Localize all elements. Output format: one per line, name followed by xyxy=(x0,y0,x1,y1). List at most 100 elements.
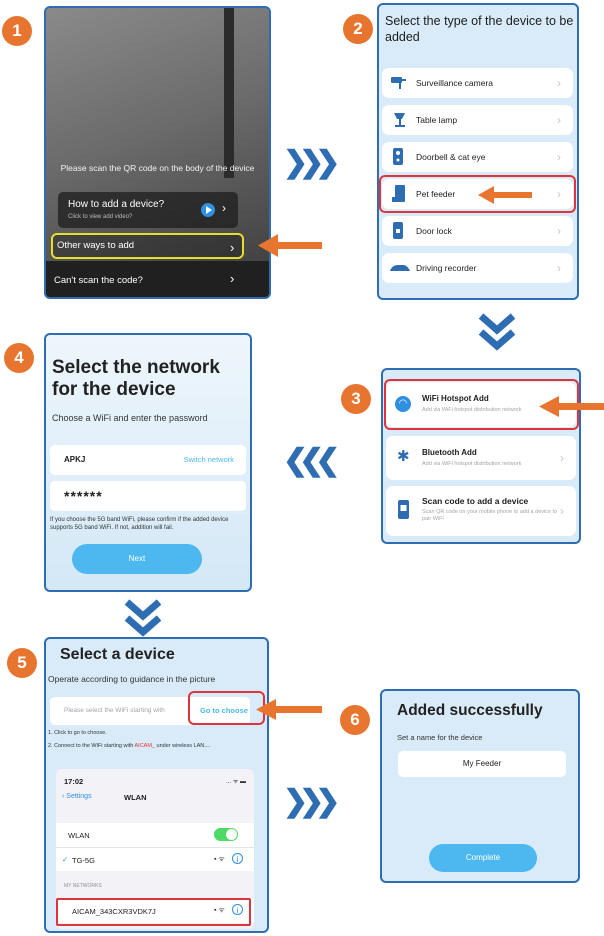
highlight-go-to-choose xyxy=(188,691,265,725)
chevron-right-icon: › xyxy=(560,504,564,518)
status-time: 17:02 xyxy=(64,777,84,786)
device-name-field[interactable]: My Feeder xyxy=(398,751,566,777)
complete-button[interactable]: Complete xyxy=(429,844,537,872)
pointer-arrow-1 xyxy=(258,234,322,257)
chevron-right-icon: › xyxy=(557,224,561,238)
cant-scan-label: Can't scan the code? xyxy=(54,275,143,286)
status-icons: ... ᯤ ▬ xyxy=(226,779,246,785)
guide-step-2-text: 2. Connect to the WiFi starting with xyxy=(48,743,135,749)
device-type-title: Select the type of the device to be adde… xyxy=(385,14,574,44)
success-title: Added successfully xyxy=(397,702,543,719)
method-scan-code[interactable]: Scan code to add a device Scan QR code o… xyxy=(386,486,576,536)
method-subtitle: Add via WiFi hotspot distribution networ… xyxy=(422,461,522,467)
phone-scan-icon xyxy=(398,500,409,519)
switch-network-link[interactable]: Switch network xyxy=(184,455,234,464)
how-to-add-card[interactable]: How to add a device? Click to view add v… xyxy=(58,192,238,228)
doorbell-icon xyxy=(393,148,403,165)
chevron-right-icon: › xyxy=(557,150,561,164)
play-icon xyxy=(201,203,215,217)
step-badge-1: 1 xyxy=(2,16,32,46)
back-settings-link[interactable]: ‹ Settings xyxy=(62,793,92,800)
network-title: Select the network for the device xyxy=(52,357,220,400)
step-badge-6: 6 xyxy=(340,705,370,735)
wlan-toggle-row[interactable]: WLAN xyxy=(56,823,254,847)
chevron-right-icon: › xyxy=(557,261,561,275)
camera-icon xyxy=(391,77,406,89)
next-button[interactable]: Next xyxy=(72,544,202,574)
guide-step-1: 1. Click to go to choose. xyxy=(48,730,107,736)
wlan-nav-title: WLAN xyxy=(124,793,147,802)
device-item-label: Driving recorder xyxy=(416,263,477,273)
step-badge-2: 2 xyxy=(343,14,373,44)
wifi-choose-placeholder: Please select the WiFi starting with xyxy=(64,707,165,714)
password-value: ****** xyxy=(64,488,103,504)
wlan-toggle-switch[interactable] xyxy=(214,828,238,841)
guide-step-2-text: under wireless LAN.... xyxy=(155,743,211,749)
chevron-right-icon: › xyxy=(557,76,561,90)
chevron-right-icon: › xyxy=(560,451,564,465)
guide-step-2: 2. Connect to the WiFi starting with AIC… xyxy=(48,742,253,751)
info-icon[interactable]: i xyxy=(232,853,243,864)
lock-wifi-icon: ▪ ᯤ xyxy=(214,856,225,863)
method-title: Bluetooth Add xyxy=(422,448,477,457)
device-item-surveillance[interactable]: Surveillance camera › xyxy=(382,68,573,98)
password-field[interactable]: ****** xyxy=(50,481,246,511)
chevron-right-icon: › xyxy=(557,113,561,127)
step-badge-5: 5 xyxy=(7,648,37,678)
wifi-ssid: APKJ xyxy=(64,455,86,464)
method-title: Scan code to add a device xyxy=(422,496,529,506)
wlan-label: WLAN xyxy=(68,831,90,840)
next-step-chevrons-icon: ❯❯❯ xyxy=(283,146,341,179)
chevron-right-icon: › xyxy=(230,271,235,286)
chevron-right-icon: › xyxy=(222,201,226,215)
select-device-title: Select a device xyxy=(60,646,175,663)
device-name-label: Set a name for the device xyxy=(397,733,483,742)
step-badge-4: 4 xyxy=(4,343,34,373)
current-network-row[interactable]: ✓ TG-5G ▪ ᯤ i xyxy=(56,847,254,871)
down-chevrons-icon xyxy=(478,313,516,351)
down-chevrons-icon xyxy=(124,599,162,637)
pointer-arrow-3 xyxy=(539,396,604,417)
lamp-icon xyxy=(394,113,405,127)
camera-edge xyxy=(224,8,234,178)
prev-step-chevrons-icon: ❮❮❮ xyxy=(283,444,341,477)
wifi-ssid-row[interactable]: APKJ Switch network xyxy=(50,445,246,475)
band-note: If you choose the 5G band WiFi, please c… xyxy=(50,517,229,531)
how-to-add-title: How to add a device? xyxy=(68,199,165,210)
chevron-right-icon: › xyxy=(230,240,235,255)
other-ways-label: Other ways to add xyxy=(57,240,135,251)
device-item-driving-recorder[interactable]: Driving recorder › xyxy=(382,253,573,283)
panel-added-success: Added successfully Set a name for the de… xyxy=(380,689,580,883)
panel-network: Select the network for the device Choose… xyxy=(44,333,252,592)
device-item-label: Surveillance camera xyxy=(416,78,494,88)
method-subtitle: Scan QR code on your mobile phone to add… xyxy=(422,509,558,522)
next-step-chevrons-icon: ❯❯❯ xyxy=(283,785,341,818)
car-icon xyxy=(390,265,410,271)
method-bluetooth[interactable]: ✱ Bluetooth Add Add via WiFi hotspot dis… xyxy=(386,436,576,480)
step-badge-3: 3 xyxy=(341,384,371,414)
panel-select-device: Select a device Operate according to gui… xyxy=(44,637,269,933)
network-subtitle: Choose a WiFi and enter the password xyxy=(52,413,208,423)
scan-hint: Please scan the QR code on the body of t… xyxy=(60,163,255,173)
door-lock-icon xyxy=(393,222,403,239)
how-to-add-subtitle: Click to view add video? xyxy=(68,214,133,220)
check-icon: ✓ xyxy=(62,855,69,864)
cant-scan-row[interactable]: Can't scan the code? › xyxy=(46,261,269,297)
other-ways-row[interactable]: Other ways to add xyxy=(51,233,244,259)
pointer-arrow-5 xyxy=(256,699,322,720)
current-network-name: TG-5G xyxy=(72,856,95,865)
device-item-doorbell[interactable]: Doorbell & cat eye › xyxy=(382,142,573,172)
select-device-subtitle: Operate according to guidance in the pic… xyxy=(48,674,216,684)
my-networks-header: MY NETWORKS xyxy=(64,883,102,889)
guide-step-2-highlight: AICAM_ xyxy=(134,743,155,749)
device-item-label: Door lock xyxy=(416,226,452,236)
device-item-table-lamp[interactable]: Table lamp › xyxy=(382,105,573,135)
highlight-aicam-network xyxy=(56,898,251,926)
bluetooth-icon: ✱ xyxy=(397,448,410,465)
panel-scan: Please scan the QR code on the body of t… xyxy=(44,6,271,299)
back-label: Settings xyxy=(66,793,92,800)
device-item-label: Doorbell & cat eye xyxy=(416,152,486,162)
device-item-door-lock[interactable]: Door lock › xyxy=(382,216,573,246)
device-item-label: Table lamp xyxy=(416,115,458,125)
pointer-arrow-2 xyxy=(478,186,532,204)
